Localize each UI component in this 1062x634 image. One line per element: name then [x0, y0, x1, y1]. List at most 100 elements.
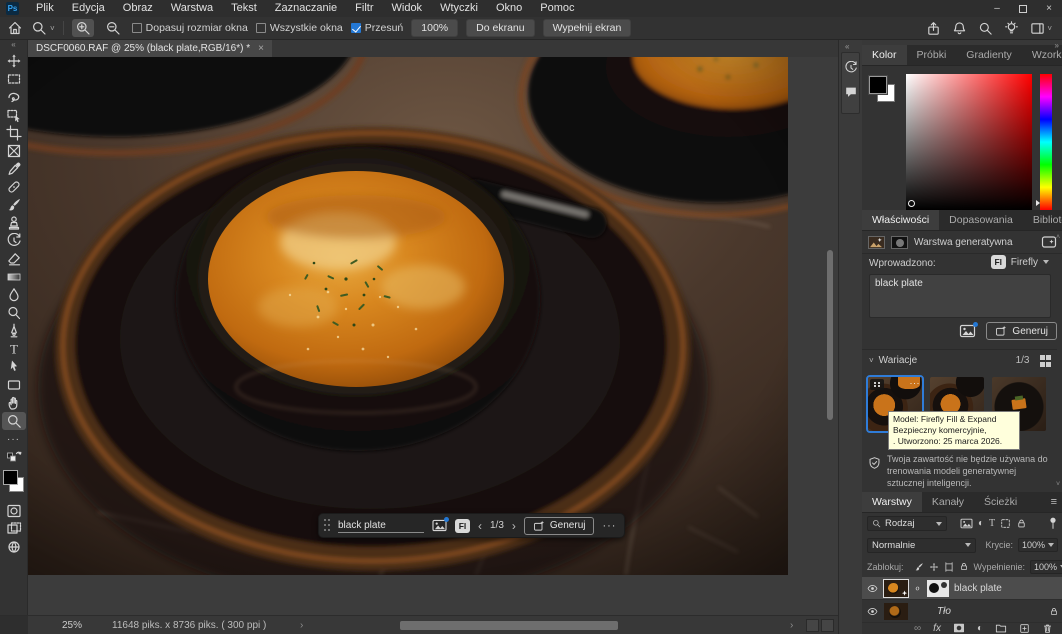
next-variation-icon[interactable]: › [512, 519, 516, 533]
zoom-tool-options-icon[interactable]: ˅ [31, 20, 55, 36]
dodge-tool[interactable] [2, 304, 26, 322]
more-tools-button[interactable]: ··· [2, 430, 26, 448]
collapse-variations-icon[interactable]: ˅ [869, 356, 874, 365]
link-layers-icon[interactable]: ∞ [914, 623, 921, 634]
filter-adjustment-icon[interactable]: ◐ [978, 518, 984, 529]
fit-window-checkbox[interactable]: Dopasuj rozmiar okna [132, 22, 248, 34]
scroll-right-icon[interactable]: › [790, 620, 793, 631]
fill-field[interactable]: 100% [1030, 560, 1062, 574]
layer-thumbnail[interactable] [884, 603, 908, 620]
panel-scrollbar[interactable]: ˄ ˅ [1054, 234, 1062, 488]
zoom-level-field[interactable]: 25% [62, 620, 82, 631]
document-tab[interactable]: DSCF0060.RAF @ 25% (black plate,RGB/16*)… [28, 40, 272, 57]
menu-widok[interactable]: Widok [383, 0, 432, 17]
menu-warstwa[interactable]: Warstwa [162, 0, 222, 17]
home-icon[interactable] [7, 20, 23, 36]
layer-mask-link-icon[interactable] [913, 584, 922, 593]
workspace-switcher-icon[interactable]: ˅ [1030, 21, 1052, 36]
menu-filtr[interactable]: Filtr [346, 0, 382, 17]
color-swatch-pair[interactable] [869, 76, 897, 104]
menu-edycja[interactable]: Edycja [63, 0, 114, 17]
tab-gradienty[interactable]: Gradienty [956, 45, 1022, 65]
clone-stamp-tool[interactable] [2, 214, 26, 232]
previous-variation-icon[interactable]: ‹ [478, 519, 482, 533]
menu-okno[interactable]: Okno [487, 0, 531, 17]
drag-handle-icon[interactable] [323, 518, 330, 533]
fit-screen-button[interactable]: Do ekranu [466, 19, 534, 37]
variation-menu-icon[interactable]: ··· [910, 378, 921, 388]
frame-tool[interactable] [2, 142, 26, 160]
lasso-tool[interactable] [2, 88, 26, 106]
horizontal-scrollbar[interactable] [400, 621, 618, 630]
vertical-scrollbar[interactable] [827, 250, 833, 420]
search-icon[interactable] [978, 21, 993, 36]
restore-button[interactable] [1010, 0, 1036, 17]
adjustment-layer-icon[interactable]: ◐ [977, 623, 983, 634]
add-mask-icon[interactable] [953, 623, 965, 633]
layer-effects-icon[interactable]: fx [933, 623, 941, 634]
hand-tool[interactable] [2, 394, 26, 412]
minimize-button[interactable]: – [984, 0, 1010, 17]
layer-row-tlo[interactable]: Tło [862, 600, 1062, 623]
menu-wtyczki[interactable]: Wtyczki [431, 0, 487, 17]
tab-sciezki[interactable]: Ścieżki [974, 492, 1027, 512]
close-tab-icon[interactable]: × [258, 43, 264, 54]
pen-tool[interactable] [2, 322, 26, 340]
menu-plik[interactable]: Plik [27, 0, 63, 17]
layer-row-black-plate[interactable]: black plate [862, 577, 1062, 600]
shape-tool[interactable] [2, 376, 26, 394]
layer-mask-thumbnail[interactable] [927, 580, 949, 597]
tab-probki[interactable]: Próbki [907, 45, 957, 65]
foreground-color-swatch[interactable] [869, 76, 887, 94]
zoom-tool[interactable] [2, 412, 26, 430]
more-options-icon[interactable]: ··· [602, 520, 616, 532]
filter-image-icon[interactable] [960, 518, 973, 529]
status-popup-icon[interactable]: › [300, 620, 303, 631]
model-selector[interactable]: Fl Firefly [991, 255, 1049, 269]
path-selection-tool[interactable] [2, 358, 26, 376]
history-panel-icon[interactable] [844, 61, 858, 75]
collapse-dock-icon[interactable]: » [1055, 41, 1059, 50]
tab-wlasciwosci[interactable]: Właściwości [862, 210, 939, 230]
swap-colors-icon[interactable] [2, 448, 26, 466]
tab-dopasowania[interactable]: Dopasowania [939, 210, 1023, 230]
quick-mask-icon[interactable] [2, 502, 26, 520]
toolbar-collapse-icon[interactable]: « [0, 40, 27, 52]
new-layer-icon[interactable] [1019, 623, 1030, 634]
close-button[interactable]: × [1036, 0, 1062, 17]
type-tool[interactable]: T [2, 340, 26, 358]
fill-screen-button[interactable]: Wypełnij ekran [543, 19, 632, 37]
brush-tool[interactable] [2, 196, 26, 214]
filter-smartobject-icon[interactable] [1016, 518, 1027, 529]
reference-image-icon[interactable] [432, 519, 447, 532]
hue-slider[interactable] [1040, 74, 1052, 210]
blur-tool[interactable] [2, 286, 26, 304]
all-windows-checkbox[interactable]: Wszystkie okna [256, 22, 343, 34]
lock-all-icon[interactable] [959, 561, 969, 572]
filter-shape-icon[interactable] [1000, 518, 1011, 529]
pan-checkbox[interactable]: Przesuń [351, 22, 404, 34]
generate-button[interactable]: Generuj [524, 517, 595, 535]
delete-layer-icon[interactable] [1042, 623, 1053, 634]
scroll-up-icon[interactable]: ˄ [1056, 234, 1060, 241]
notifications-bell-icon[interactable] [952, 21, 967, 36]
grid-view-icon[interactable] [1040, 355, 1052, 367]
visibility-eye-icon[interactable] [866, 606, 879, 617]
tab-warstwy[interactable]: Warstwy [862, 492, 922, 512]
zoom-100-button[interactable]: 100% [411, 19, 458, 37]
crop-tool[interactable] [2, 124, 26, 142]
comments-panel-icon[interactable] [844, 85, 858, 99]
menu-obraz[interactable]: Obraz [114, 0, 162, 17]
layer-thumbnail[interactable] [884, 580, 908, 597]
tab-kolor[interactable]: Kolor [862, 45, 907, 65]
move-tool[interactable] [2, 52, 26, 70]
lock-position-icon[interactable] [929, 562, 939, 572]
object-selection-tool[interactable] [2, 106, 26, 124]
visibility-eye-icon[interactable] [866, 583, 879, 594]
blend-mode-dropdown[interactable]: Normalnie [867, 538, 976, 553]
canvas-area[interactable]: Fl ‹ 1/3 › Generuj ··· [28, 57, 838, 615]
spot-healing-tool[interactable] [2, 178, 26, 196]
marquee-tool[interactable] [2, 70, 26, 88]
foreground-color-swatch[interactable] [3, 470, 18, 485]
reference-image-icon[interactable] [959, 324, 976, 338]
